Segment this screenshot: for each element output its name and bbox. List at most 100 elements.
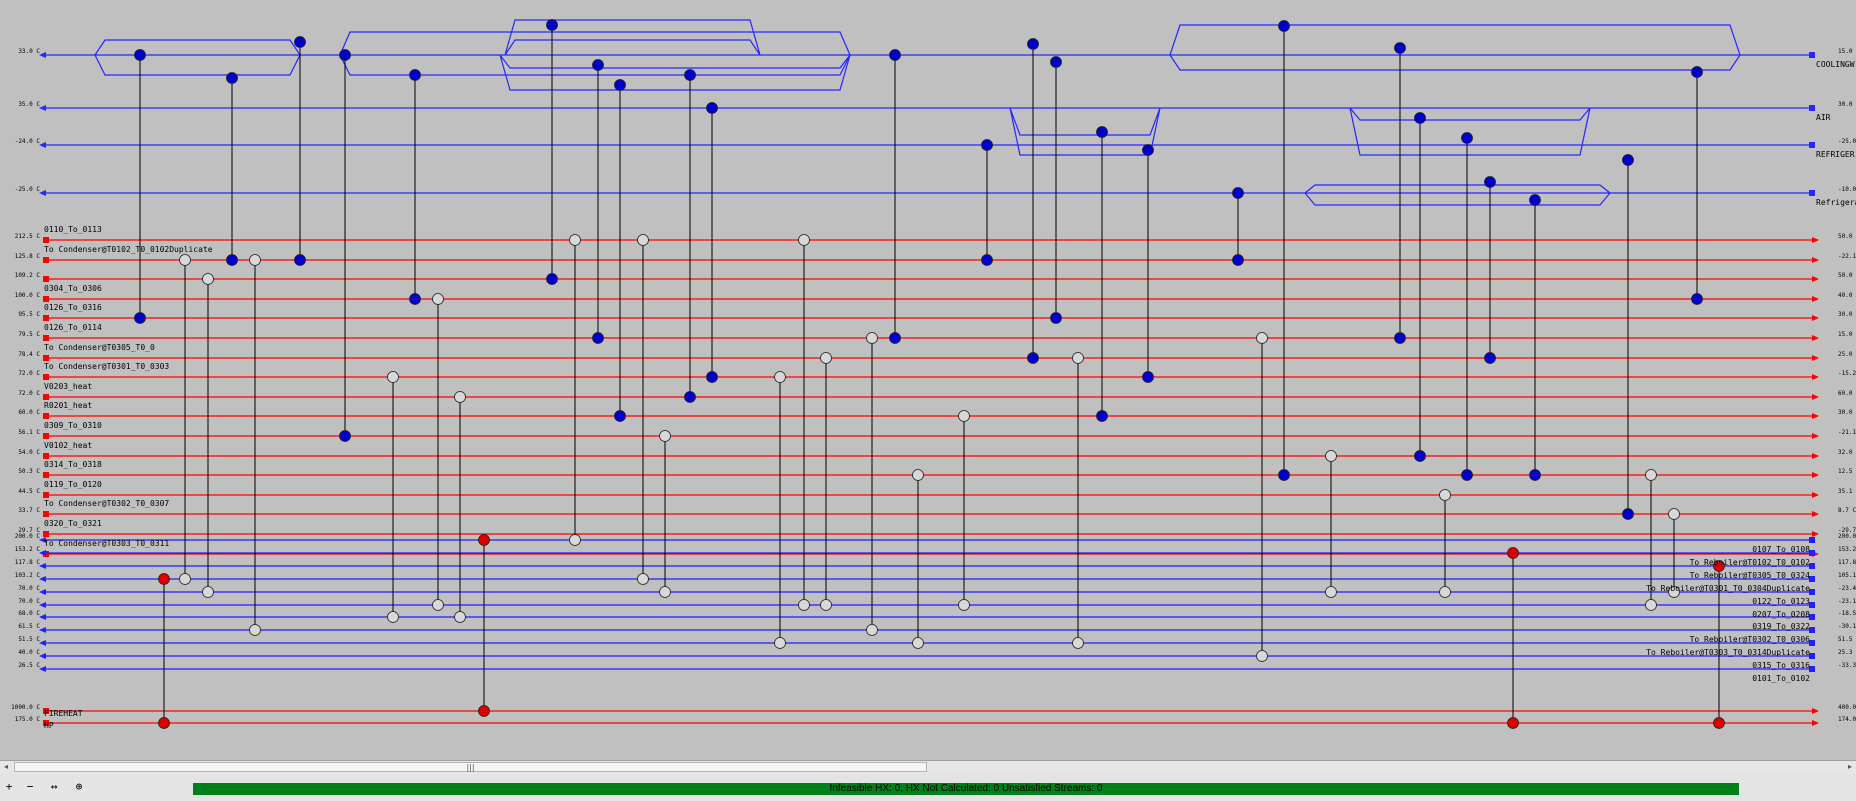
exchanger-node[interactable] <box>454 611 466 623</box>
exchanger-node[interactable] <box>1142 144 1154 156</box>
exchanger-node[interactable] <box>1645 599 1657 611</box>
exchanger-node[interactable] <box>684 391 696 403</box>
exchanger-node[interactable] <box>1713 717 1725 729</box>
exchanger-node[interactable] <box>1691 66 1703 78</box>
exchanger-node[interactable] <box>889 332 901 344</box>
exchanger-node[interactable] <box>1278 20 1290 32</box>
exchanger-node[interactable] <box>1072 352 1084 364</box>
exchanger-node[interactable] <box>249 254 261 266</box>
exchanger-node[interactable] <box>659 586 671 598</box>
exchanger-node[interactable] <box>1668 508 1680 520</box>
exchanger-node[interactable] <box>387 611 399 623</box>
exchanger-node[interactable] <box>294 36 306 48</box>
exchanger-node[interactable] <box>1232 254 1244 266</box>
exchanger-node[interactable] <box>592 59 604 71</box>
exchanger-node[interactable] <box>1622 154 1634 166</box>
exchanger-node[interactable] <box>1691 293 1703 305</box>
exchanger-node[interactable] <box>684 69 696 81</box>
scroll-right-icon[interactable]: ▸ <box>1845 762 1855 772</box>
exchanger-node[interactable] <box>592 332 604 344</box>
exchanger-node[interactable] <box>1027 38 1039 50</box>
exchanger-node[interactable] <box>774 371 786 383</box>
exchanger-node[interactable] <box>158 573 170 585</box>
exchanger-node[interactable] <box>546 273 558 285</box>
exchanger-node[interactable] <box>1325 586 1337 598</box>
exchanger-node[interactable] <box>1072 637 1084 649</box>
exchanger-node[interactable] <box>637 234 649 246</box>
exchanger-node[interactable] <box>432 293 444 305</box>
scroll-left-icon[interactable]: ◂ <box>1 762 11 772</box>
exchanger-node[interactable] <box>912 469 924 481</box>
exchanger-node[interactable] <box>706 102 718 114</box>
exchanger-node[interactable] <box>798 599 810 611</box>
zoom-reset-icon[interactable]: ⊕ <box>71 779 87 795</box>
exchanger-node[interactable] <box>1142 371 1154 383</box>
exchanger-node[interactable] <box>387 371 399 383</box>
zoom-out-icon[interactable]: − <box>22 779 38 795</box>
exchanger-node[interactable] <box>958 599 970 611</box>
exchanger-node[interactable] <box>1622 508 1634 520</box>
exchanger-node[interactable] <box>1256 650 1268 662</box>
exchanger-node[interactable] <box>1507 717 1519 729</box>
exchanger-node[interactable] <box>339 430 351 442</box>
exchanger-node[interactable] <box>866 332 878 344</box>
exchanger-node[interactable] <box>202 586 214 598</box>
exchanger-node[interactable] <box>889 49 901 61</box>
exchanger-node[interactable] <box>478 705 490 717</box>
exchanger-node[interactable] <box>1645 469 1657 481</box>
exchanger-node[interactable] <box>1484 352 1496 364</box>
exchanger-node[interactable] <box>1414 450 1426 462</box>
exchanger-node[interactable] <box>659 430 671 442</box>
exchanger-node[interactable] <box>478 534 490 546</box>
exchanger-node[interactable] <box>1050 312 1062 324</box>
exchanger-node[interactable] <box>226 254 238 266</box>
zoom-in-icon[interactable]: + <box>1 779 17 795</box>
exchanger-node[interactable] <box>614 410 626 422</box>
exchanger-node[interactable] <box>432 599 444 611</box>
exchanger-nodes-group[interactable] <box>134 19 1725 729</box>
exchanger-node[interactable] <box>1484 176 1496 188</box>
exchanger-node[interactable] <box>1461 469 1473 481</box>
exchanger-node[interactable] <box>1096 410 1108 422</box>
exchanger-node[interactable] <box>546 19 558 31</box>
exchanger-node[interactable] <box>249 624 261 636</box>
exchanger-node[interactable] <box>1394 332 1406 344</box>
exchanger-node[interactable] <box>1256 332 1268 344</box>
exchanger-node[interactable] <box>1394 42 1406 54</box>
exchanger-node[interactable] <box>1414 112 1426 124</box>
heat-exchanger-grid[interactable]: 33.0 C 15.0 C COOLINGW 35.0 C 30.0 C AIR -24.0… <box>0 0 1856 760</box>
exchanger-node[interactable] <box>1439 586 1451 598</box>
exchanger-node[interactable] <box>798 234 810 246</box>
exchanger-node[interactable] <box>179 254 191 266</box>
exchanger-node[interactable] <box>134 49 146 61</box>
exchanger-node[interactable] <box>1461 132 1473 144</box>
exchanger-node[interactable] <box>637 573 649 585</box>
exchanger-node[interactable] <box>1439 489 1451 501</box>
exchanger-node[interactable] <box>958 410 970 422</box>
exchanger-node[interactable] <box>1529 469 1541 481</box>
exchanger-node[interactable] <box>454 391 466 403</box>
exchanger-node[interactable] <box>1325 450 1337 462</box>
exchanger-node[interactable] <box>1232 187 1244 199</box>
exchanger-node[interactable] <box>1096 126 1108 138</box>
horizontal-scrollbar[interactable]: ◂ ||| ▸ <box>0 760 1856 775</box>
exchanger-node[interactable] <box>774 637 786 649</box>
exchanger-node[interactable] <box>179 573 191 585</box>
exchanger-node[interactable] <box>912 637 924 649</box>
exchanger-node[interactable] <box>866 624 878 636</box>
exchanger-node[interactable] <box>820 599 832 611</box>
exchanger-node[interactable] <box>569 534 581 546</box>
exchanger-node[interactable] <box>569 234 581 246</box>
grid-diagram-canvas[interactable]: 33.0 C 15.0 C COOLINGW 35.0 C 30.0 C AIR -24.0… <box>0 0 1856 760</box>
zoom-fit-icon[interactable]: ↔ <box>46 779 62 795</box>
exchanger-node[interactable] <box>981 139 993 151</box>
exchanger-node[interactable] <box>1027 352 1039 364</box>
exchanger-node[interactable] <box>706 371 718 383</box>
exchanger-node[interactable] <box>614 79 626 91</box>
exchanger-node[interactable] <box>1278 469 1290 481</box>
exchanger-node[interactable] <box>409 293 421 305</box>
exchanger-node[interactable] <box>1050 56 1062 68</box>
exchanger-node[interactable] <box>158 717 170 729</box>
exchanger-node[interactable] <box>1529 194 1541 206</box>
exchanger-node[interactable] <box>134 312 146 324</box>
